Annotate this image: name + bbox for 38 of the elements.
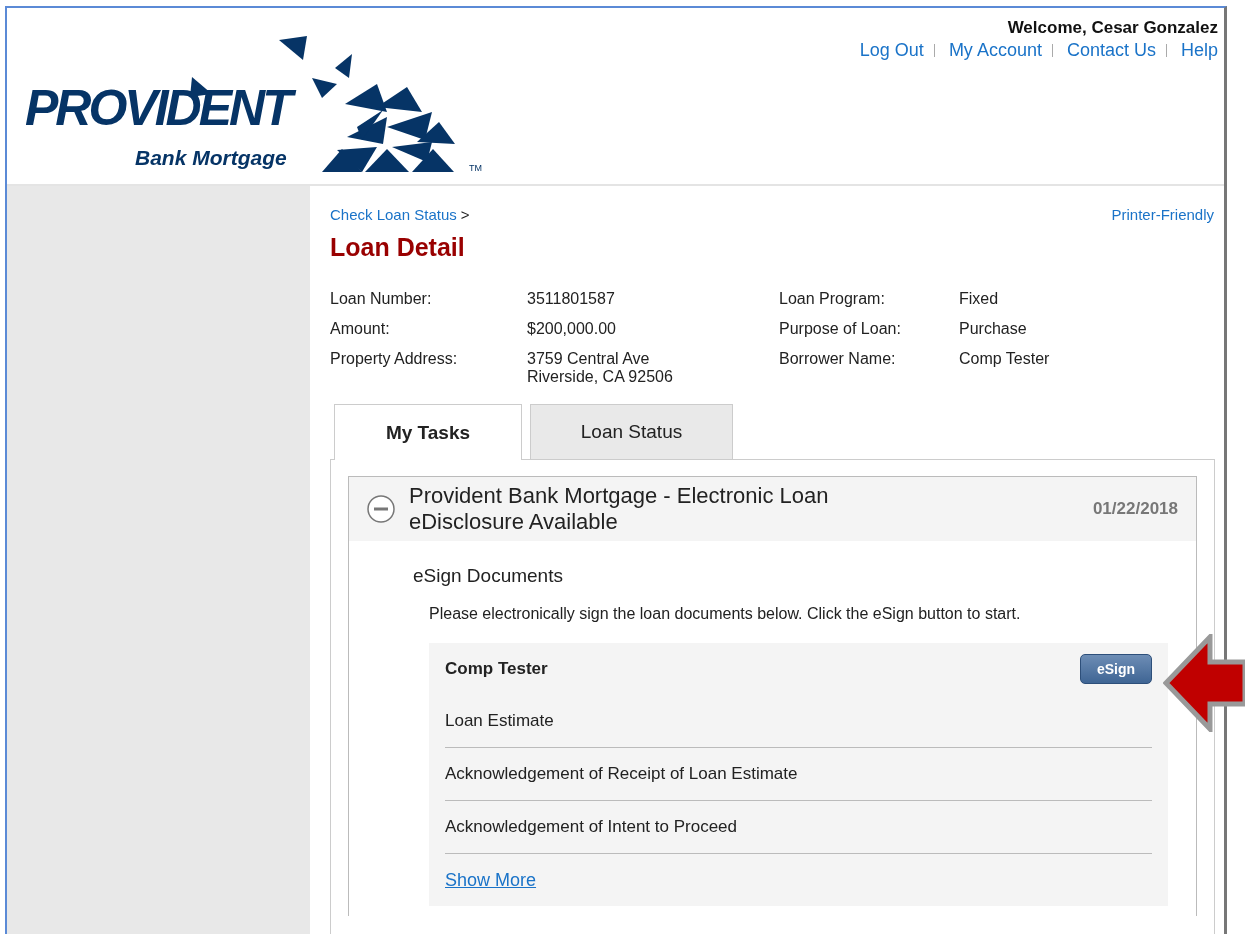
- instruction-text: Please electronically sign the loan documents below. Click the eSign button to start.: [429, 605, 1022, 623]
- detail-value: Comp Tester: [959, 350, 1051, 369]
- header-link[interactable]: Log Out: [859, 40, 924, 61]
- header-link[interactable]: My Account: [948, 40, 1042, 61]
- show-more-link[interactable]: Show More: [445, 869, 537, 891]
- welcome-text: Welcome, Cesar Gonzalez: [1007, 18, 1218, 38]
- header-link[interactable]: Contact Us: [1066, 40, 1156, 61]
- detail-value: Fixed: [959, 290, 1000, 308]
- header-link[interactable]: Help: [1180, 40, 1218, 61]
- detail-value: 3511801587: [527, 290, 616, 308]
- detail-label: Property Address:: [330, 350, 459, 369]
- logo-tagline: Bank Mortgage: [135, 147, 287, 168]
- detail-label: Loan Program:: [779, 290, 886, 308]
- signer-name: Comp Tester: [445, 659, 548, 679]
- detail-label: Loan Number:: [330, 290, 433, 308]
- document-name: Loan Estimate: [445, 711, 554, 731]
- tab[interactable]: My Tasks: [334, 404, 522, 460]
- task-title: Provident Bank Mortgage - Electronic Loan eDisclosure Available: [409, 483, 830, 535]
- breadcrumb-link[interactable]: Check Loan Status: [330, 206, 457, 223]
- detail-value: Purchase: [959, 320, 1028, 338]
- trademark-mark: TM: [469, 164, 482, 173]
- breadcrumb-separator: >: [460, 206, 470, 223]
- printer-friendly-link[interactable]: Printer-Friendly: [1111, 206, 1214, 223]
- document-name: Acknowledgement of Receipt of Loan Estimate: [445, 764, 798, 784]
- detail-label: Amount:: [330, 320, 391, 338]
- collapse-icon[interactable]: [367, 495, 395, 523]
- section-title: eSign Documents: [413, 565, 564, 587]
- detail-value: 3759 Central Ave Riverside, CA 92506: [527, 350, 674, 386]
- page-title: Loan Detail: [330, 233, 466, 262]
- detail-label: Purpose of Loan:: [779, 320, 902, 338]
- esign-button[interactable]: eSign: [1079, 654, 1152, 684]
- pointer-arrow-icon: [1163, 634, 1245, 732]
- task-date: 01/22/2018: [1092, 499, 1178, 519]
- document-name: Acknowledgement of Intent to Proceed: [445, 817, 737, 837]
- tab[interactable]: Loan Status: [530, 404, 733, 459]
- detail-label: Borrower Name:: [779, 350, 897, 369]
- detail-value: $200,000.00: [527, 320, 617, 338]
- logo-name: PROVIDENT: [25, 78, 298, 138]
